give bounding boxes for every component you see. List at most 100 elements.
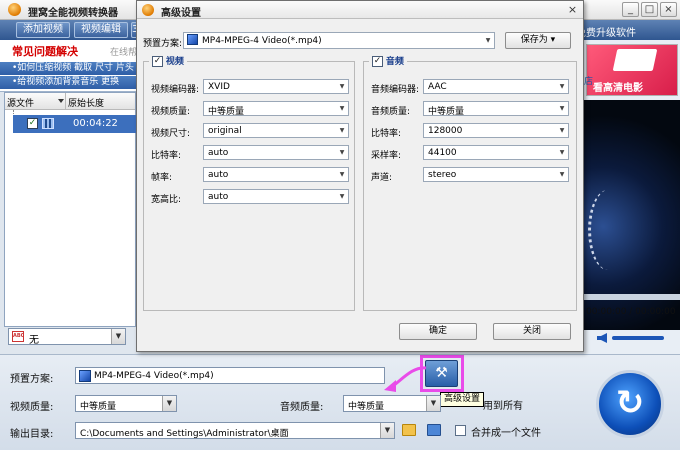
audio-field-label: 声道:: [371, 173, 393, 183]
video-field-value: XVID: [208, 82, 230, 92]
audio-field-select[interactable]: AAC ▼: [423, 79, 569, 94]
audio-field-value: AAC: [428, 82, 447, 92]
dialog-preset-select[interactable]: MP4-MPEG-4 Video(*.mp4) ▼: [183, 32, 495, 49]
row-duration: 00:04:22: [73, 118, 118, 129]
preset-value: MP4-MPEG-4 Video(*.mp4): [94, 371, 214, 381]
apply-to-all-label[interactable]: 用到所有: [483, 397, 523, 412]
advanced-settings-dialog: 高级设置 × 预置方案: MP4-MPEG-4 Video(*.mp4) ▼ 保…: [136, 0, 584, 352]
audio-field-select[interactable]: stereo ▼: [423, 167, 569, 182]
video-enable-checkbox[interactable]: ✓: [152, 56, 163, 67]
video-field-select[interactable]: auto ▼: [203, 189, 349, 204]
audio-field-value: 中等质量: [428, 107, 465, 117]
video-field-label: 比特率:: [151, 151, 182, 161]
online-help-link[interactable]: 在线帮: [110, 45, 137, 58]
convert-button[interactable]: ↻: [596, 370, 664, 438]
close-button[interactable]: ×: [660, 2, 677, 17]
seek-bar[interactable]: [584, 294, 680, 300]
chevron-down-icon[interactable]: ▼: [556, 146, 568, 159]
video-field-select[interactable]: auto ▼: [203, 145, 349, 160]
open-folder-icon[interactable]: [402, 424, 416, 436]
minimize-button[interactable]: _: [622, 2, 639, 17]
video-format-icon: [187, 34, 198, 45]
column-source-file[interactable]: 源文件: [7, 96, 34, 109]
chevron-down-icon[interactable]: ▼: [336, 190, 348, 203]
video-field-select[interactable]: 中等质量 ▼: [203, 101, 349, 117]
audio-field-label: 音频编码器:: [371, 85, 420, 95]
maximize-button[interactable]: □: [641, 2, 658, 17]
video-field-label: 视频质量:: [151, 107, 191, 117]
save-as-button[interactable]: 保存为 ▾: [505, 32, 571, 49]
time-readout: 00:00:00 / 00:00:00: [586, 307, 676, 317]
edit-video-button[interactable]: 视频编辑: [74, 22, 128, 38]
volume-slider[interactable]: [612, 336, 664, 340]
chevron-down-icon[interactable]: ▼: [336, 146, 348, 159]
audio-field-select[interactable]: 44100 ▼: [423, 145, 569, 160]
video-group-legend: ✓ 视频: [149, 54, 187, 67]
dialog-close-action-button[interactable]: 关闭: [493, 323, 571, 340]
output-dir-label: 输出目录:: [10, 429, 54, 440]
video-field-select[interactable]: original ▼: [203, 123, 349, 138]
video-field-label: 视频尺寸:: [151, 129, 191, 139]
ok-button[interactable]: 确定: [399, 323, 477, 340]
chevron-down-icon[interactable]: ▼: [426, 396, 440, 411]
video-field-select[interactable]: XVID ▼: [203, 79, 349, 94]
chevron-down-icon[interactable]: ▼: [162, 396, 176, 411]
audio-field-label: 比特率:: [371, 129, 402, 139]
row-checkbox[interactable]: ✓: [27, 118, 38, 129]
video-field-label: 视频编码器:: [151, 85, 200, 95]
video-quality-label: 视频质量:: [10, 402, 54, 413]
dialog-preset-label: 预置方案:: [143, 39, 183, 49]
subtitle-select[interactable]: ABC 无 ▼: [8, 328, 126, 346]
chevron-down-icon[interactable]: ▼: [336, 102, 348, 115]
faq-link-music[interactable]: •给视频添加背景音乐 更换: [0, 76, 136, 89]
advanced-settings-button[interactable]: ⚒: [425, 360, 458, 387]
video-field-value: original: [208, 126, 242, 136]
video-format-icon: [79, 370, 91, 382]
save-as-label: 保存为: [520, 35, 548, 45]
audio-enable-checkbox[interactable]: ✓: [372, 56, 383, 67]
preset-select[interactable]: MP4-MPEG-4 Video(*.mp4): [75, 367, 385, 384]
chevron-down-icon[interactable]: ▼: [482, 33, 494, 48]
table-row[interactable]: ✓ 00:04:22: [13, 115, 137, 133]
chevron-down-icon[interactable]: ▼: [336, 168, 348, 181]
audio-field-select[interactable]: 中等质量 ▼: [423, 101, 569, 117]
chevron-down-icon[interactable]: ▼: [380, 423, 394, 438]
audio-field-select[interactable]: 128000 ▼: [423, 123, 569, 138]
chevron-down-icon[interactable]: ▼: [556, 102, 568, 115]
video-field-value: 中等质量: [208, 107, 245, 117]
video-group: [143, 61, 355, 311]
chevron-down-icon[interactable]: ▼: [556, 80, 568, 93]
sort-down-icon: [58, 99, 64, 103]
column-original-length[interactable]: 原始长度: [68, 96, 104, 109]
video-field-value: auto: [208, 148, 229, 158]
video-quality-select[interactable]: 中等质量 ▼: [75, 395, 177, 412]
dialog-close-button[interactable]: ×: [565, 3, 580, 17]
movie-ad-banner[interactable]: 看高清电影: [586, 44, 678, 96]
chevron-down-icon[interactable]: ▼: [556, 124, 568, 137]
audio-quality-select[interactable]: 中等质量 ▼: [343, 395, 441, 412]
video-quality-value: 中等质量: [80, 402, 117, 412]
browse-folder-icon[interactable]: [427, 424, 441, 436]
video-field-label: 宽高比:: [151, 195, 182, 205]
file-list: 源文件 原始长度 ✓ 00:04:22: [4, 92, 137, 327]
ad-side-label: 店: [584, 77, 594, 87]
video-field-value: auto: [208, 170, 229, 180]
audio-group-title: 音频: [385, 57, 404, 67]
dialog-title: 高级设置: [161, 8, 201, 19]
video-field-value: auto: [208, 192, 229, 202]
faq-title[interactable]: 常见问题解决: [12, 43, 78, 59]
output-dir-select[interactable]: C:\Documents and Settings\Administrator\…: [75, 422, 395, 439]
video-field-select[interactable]: auto ▼: [203, 167, 349, 182]
add-video-button[interactable]: 添加视频: [16, 22, 70, 38]
chevron-down-icon[interactable]: ▼: [336, 124, 348, 137]
chevron-down-icon[interactable]: ▼: [336, 80, 348, 93]
chevron-down-icon[interactable]: ▼: [556, 168, 568, 181]
faq-link-compress[interactable]: •如何压缩视频 截取 尺寸 片头: [0, 62, 136, 75]
dialog-title-bar: 高级设置 ×: [137, 1, 583, 19]
merge-checkbox[interactable]: [455, 425, 466, 436]
audio-field-label: 采样率:: [371, 151, 402, 161]
audio-field-value: 128000: [428, 126, 463, 136]
ad-card-graphic: [612, 49, 658, 71]
dialog-preset-value: MP4-MPEG-4 Video(*.mp4): [202, 36, 322, 46]
chevron-down-icon[interactable]: ▼: [111, 329, 125, 344]
